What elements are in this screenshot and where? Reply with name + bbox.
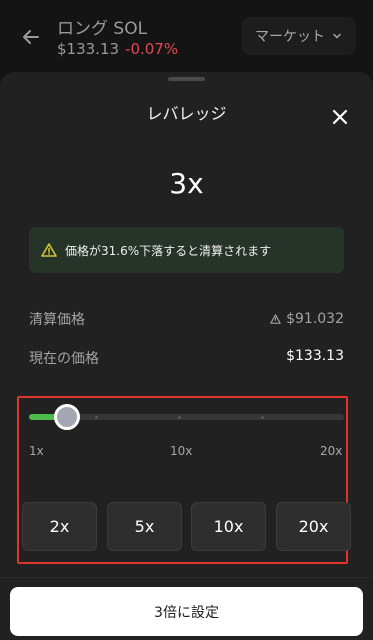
liquidation-price-row: 清算価格 $91.032 (29, 309, 344, 329)
leverage-sheet: レバレッジ 3x 価格が31.6%下落すると清算されます 清算価格 $91.03… (0, 72, 373, 640)
order-type-dropdown[interactable]: マーケット (242, 17, 356, 55)
liquidation-price-value: $91.032 (286, 311, 344, 327)
order-type-label: マーケット (255, 29, 325, 45)
preset-2x-button[interactable]: 2x (22, 502, 97, 551)
slider-mid-label: 10x (170, 444, 193, 458)
current-price-row: 現在の価格 $133.13 (29, 348, 344, 368)
arrow-left-icon (23, 30, 39, 44)
leverage-value: 3x (169, 167, 204, 200)
sheet-grabber[interactable] (168, 77, 205, 81)
sheet-title: レバレッジ (146, 104, 227, 123)
preset-20x-button[interactable]: 20x (276, 502, 351, 551)
warning-text: 価格が31.6%下落すると清算されます (65, 243, 272, 258)
price-change: -0.07% (125, 40, 179, 58)
warning-small-icon (270, 314, 281, 324)
preset-10x-button[interactable]: 10x (191, 502, 266, 551)
liquidation-price-label: 清算価格 (29, 312, 85, 328)
divider (0, 577, 373, 578)
slider-max-label: 20x (320, 444, 343, 458)
leverage-slider-thumb[interactable] (54, 404, 81, 430)
top-bar: ロング SOL $133.13 -0.07% マーケット (0, 0, 373, 72)
liquidation-price: $91.032 (270, 309, 344, 329)
slider-min-label: 1x (29, 444, 44, 458)
close-button[interactable] (330, 107, 350, 127)
current-price-label: 現在の価格 (29, 351, 99, 367)
current-price-value: $133.13 (286, 348, 344, 364)
warning-icon (41, 243, 57, 257)
slider-dot (95, 416, 98, 419)
liquidation-warning: 価格が31.6%下落すると清算されます (29, 227, 344, 273)
slider-dot (261, 416, 264, 419)
market-title: ロング SOL (57, 19, 148, 39)
back-button[interactable] (20, 26, 42, 48)
close-icon (332, 109, 348, 125)
current-price: $133.13 (57, 40, 120, 58)
slider-dot (178, 416, 181, 419)
chevron-down-icon (333, 33, 341, 39)
preset-5x-button[interactable]: 5x (107, 502, 182, 551)
price-line: $133.13 -0.07% (57, 40, 178, 58)
set-leverage-button[interactable]: 3倍に設定 (10, 587, 363, 636)
